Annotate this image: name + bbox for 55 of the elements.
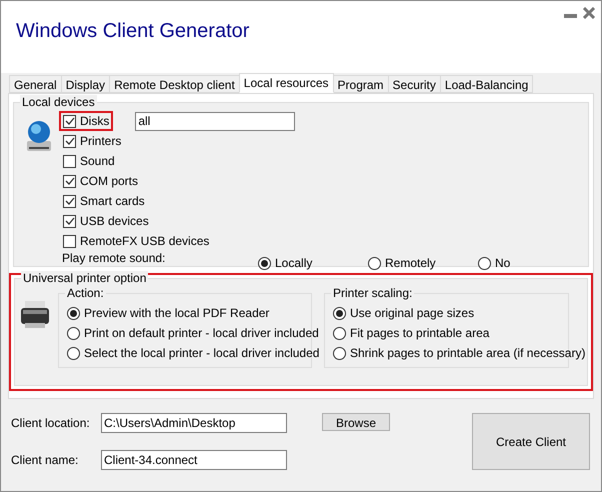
checkbox[interactable] [63, 194, 76, 208]
radio-button[interactable] [258, 256, 271, 270]
radio-label: Shrink pages to printable area (if necessary) [350, 345, 586, 362]
location-field[interactable]: C:\Users\Admin\Desktop [101, 413, 287, 434]
checkbox[interactable] [63, 154, 76, 168]
radio-button[interactable] [368, 256, 381, 270]
checkbox-label: Printers [80, 133, 122, 150]
disks-field[interactable]: all [135, 112, 296, 130]
group-title: Action: [65, 286, 106, 300]
tab[interactable]: Security [388, 75, 441, 93]
name-label: Client name: [11, 452, 80, 469]
radio-label: Fit pages to printable area [350, 325, 490, 342]
tab[interactable]: Program [332, 75, 389, 93]
tab[interactable]: Remote Desktop client [109, 75, 240, 93]
checkbox-label: COM ports [80, 173, 138, 190]
checkbox-label: Smart cards [80, 193, 145, 210]
location-label: Client location: [11, 415, 91, 432]
radio-button[interactable] [67, 326, 80, 340]
checkbox-label: USB devices [80, 213, 149, 230]
tab[interactable]: Local resources [238, 73, 334, 93]
radio-label: Remotely [385, 255, 436, 272]
group-title: Local devices [20, 95, 97, 109]
tab[interactable]: Display [60, 75, 110, 93]
radio-label: Print on default printer - local driver included [84, 325, 319, 342]
checkbox-label: RemoteFX USB devices [80, 233, 210, 250]
checkbox[interactable] [63, 134, 76, 148]
printer-icon [20, 301, 50, 329]
radio-label: Select the local printer - local driver included [84, 345, 320, 362]
group-title: Printer scaling: [331, 286, 414, 300]
browse-button[interactable]: Browse [322, 413, 390, 431]
checkbox-label: Disks [80, 113, 110, 130]
close-icon[interactable] [583, 7, 595, 19]
tab[interactable]: Load-Balancing [440, 75, 534, 93]
radio-label: Locally [275, 255, 312, 272]
radio-button[interactable] [478, 256, 491, 270]
disk-globe-icon [26, 119, 52, 153]
checkbox-label: Sound [80, 153, 115, 170]
name-field[interactable]: Client-34.connect [101, 450, 287, 470]
radio-button[interactable] [67, 346, 80, 360]
tab[interactable]: General [9, 75, 62, 93]
group-title: Universal printer option [21, 271, 148, 285]
window-title: Windows Client Generator [16, 19, 250, 44]
create-client-button[interactable]: Create Client [472, 413, 590, 470]
radio-button[interactable] [333, 346, 346, 360]
radio-label: Use original page sizes [350, 305, 474, 322]
checkbox[interactable] [63, 114, 76, 128]
radio-label: Preview with the local PDF Reader [84, 305, 270, 322]
radio-button[interactable] [333, 306, 346, 320]
radio-button[interactable] [333, 326, 346, 340]
checkbox[interactable] [63, 214, 76, 228]
radio-button[interactable] [67, 306, 80, 320]
checkbox[interactable] [63, 174, 76, 188]
radio-label: No [495, 255, 510, 272]
sound-label: Play remote sound: [62, 250, 166, 267]
checkbox[interactable] [63, 234, 76, 248]
